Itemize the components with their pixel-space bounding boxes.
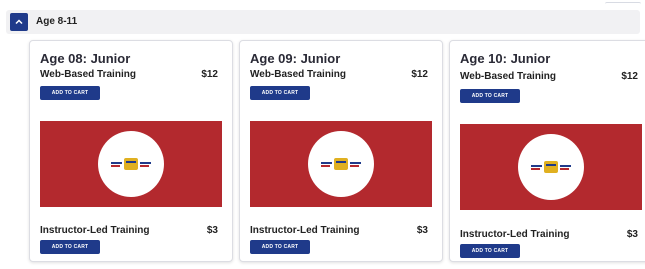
card-title: Age 09: Junior bbox=[250, 51, 341, 66]
card-title: Age 10: Junior bbox=[460, 51, 551, 66]
add-to-cart-button[interactable]: ADD TO CART bbox=[460, 244, 520, 258]
instructor-training-price: $3 bbox=[626, 229, 638, 240]
web-training-row: Web-Based Training $12 bbox=[40, 69, 222, 83]
product-card: Age 10: Junior Web-Based Training $12 AD… bbox=[449, 40, 645, 262]
brand-logo-icon bbox=[111, 158, 151, 170]
web-training-label: Web-Based Training bbox=[40, 69, 136, 80]
add-to-cart-button[interactable]: ADD TO CART bbox=[40, 240, 100, 254]
web-training-price: $12 bbox=[411, 69, 428, 80]
corner-divider bbox=[605, 2, 641, 6]
chevron-icon bbox=[15, 19, 23, 25]
age-group-title: Age 8-11 bbox=[36, 16, 78, 27]
logo-badge bbox=[98, 131, 164, 197]
web-training-label: Web-Based Training bbox=[250, 69, 346, 80]
card-title: Age 08: Junior bbox=[40, 51, 131, 66]
web-training-price: $12 bbox=[201, 69, 218, 80]
course-banner bbox=[250, 121, 432, 207]
web-training-price: $12 bbox=[621, 71, 638, 82]
add-to-cart-button[interactable]: ADD TO CART bbox=[40, 86, 100, 100]
course-banner bbox=[460, 124, 642, 210]
instructor-training-price: $3 bbox=[416, 225, 428, 236]
add-to-cart-button[interactable]: ADD TO CART bbox=[250, 240, 310, 254]
collapse-button[interactable] bbox=[10, 13, 28, 31]
instructor-training-row: Instructor-Led Training $3 bbox=[460, 229, 642, 243]
instructor-training-row: Instructor-Led Training $3 bbox=[250, 225, 432, 239]
brand-logo-icon bbox=[531, 161, 571, 173]
instructor-training-label: Instructor-Led Training bbox=[460, 229, 570, 240]
instructor-training-price: $3 bbox=[206, 225, 218, 236]
instructor-training-label: Instructor-Led Training bbox=[40, 225, 150, 236]
logo-badge bbox=[518, 134, 584, 200]
web-training-row: Web-Based Training $12 bbox=[250, 69, 432, 83]
product-card: Age 09: Junior Web-Based Training $12 AD… bbox=[239, 40, 443, 262]
age-group-header: Age 8-11 bbox=[6, 10, 640, 34]
add-to-cart-button[interactable]: ADD TO CART bbox=[250, 86, 310, 100]
add-to-cart-button[interactable]: ADD TO CART bbox=[460, 89, 520, 103]
brand-logo-icon bbox=[321, 158, 361, 170]
course-banner bbox=[40, 121, 222, 207]
instructor-training-label: Instructor-Led Training bbox=[250, 225, 360, 236]
product-card: Age 08: Junior Web-Based Training $12 AD… bbox=[29, 40, 233, 262]
logo-badge bbox=[308, 131, 374, 197]
web-training-row: Web-Based Training $12 bbox=[460, 71, 642, 85]
web-training-label: Web-Based Training bbox=[460, 71, 556, 82]
instructor-training-row: Instructor-Led Training $3 bbox=[40, 225, 222, 239]
